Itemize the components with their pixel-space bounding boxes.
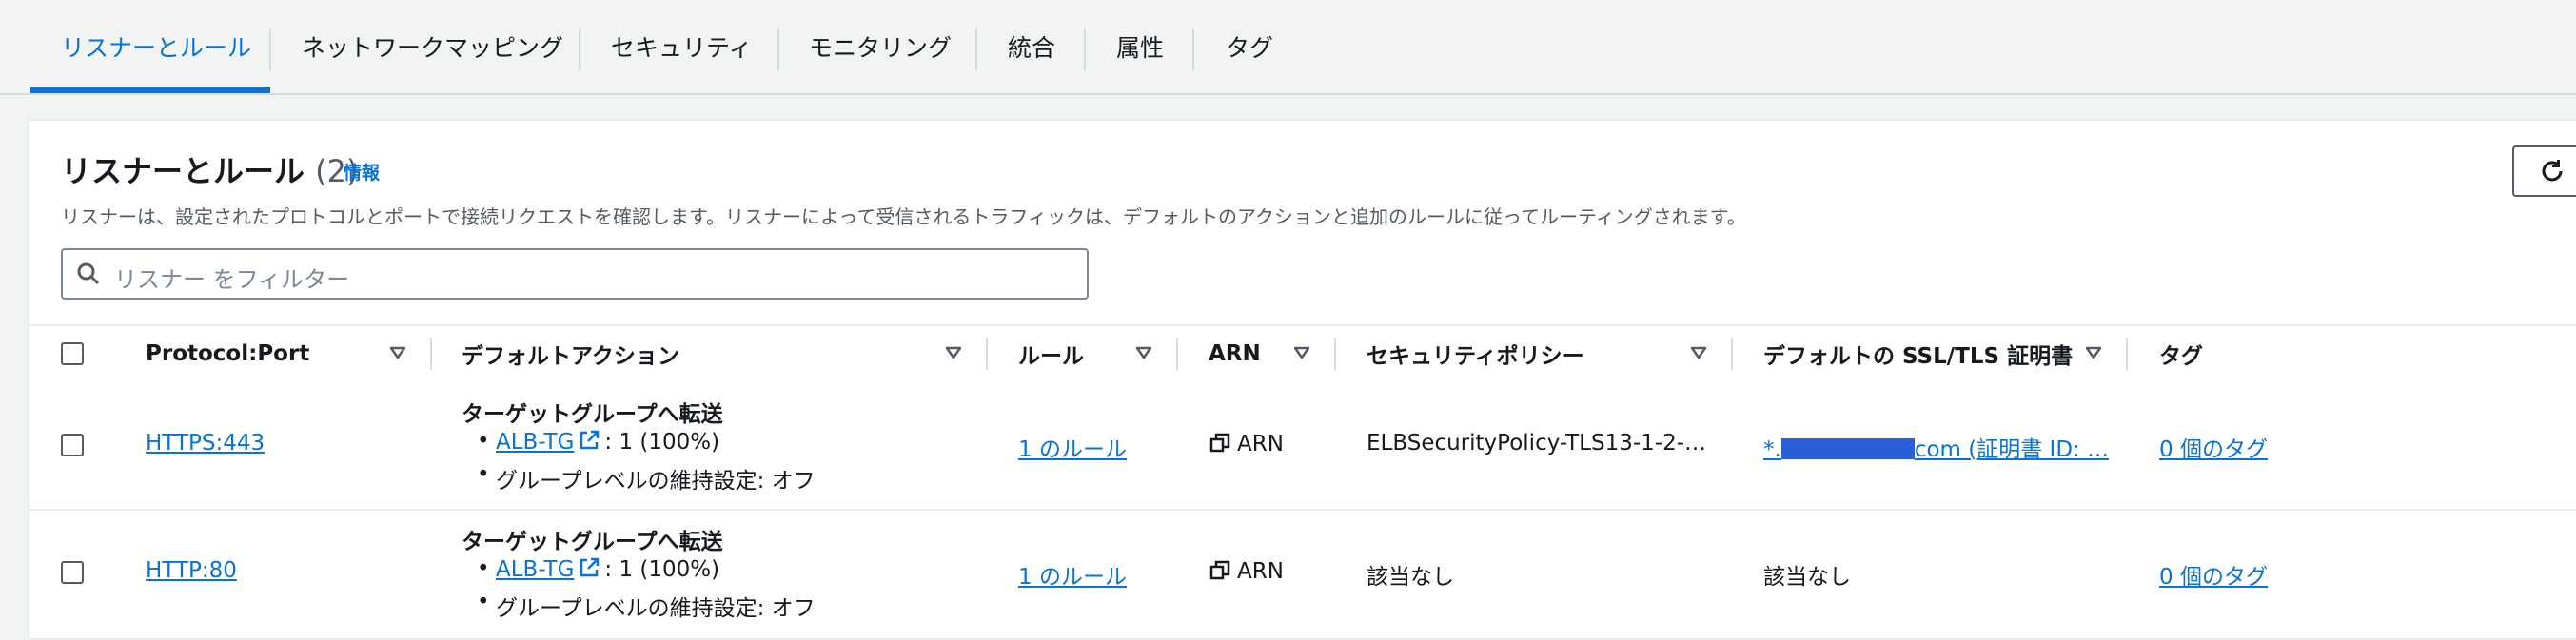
- arn-copy[interactable]: ARN: [1209, 432, 1284, 456]
- protocol-port-link[interactable]: HTTP:80: [146, 558, 237, 583]
- target-group-link[interactable]: ALB-TG: [496, 430, 574, 455]
- tab-divider: [579, 29, 580, 70]
- tags-link[interactable]: 0 個のタグ: [2159, 431, 2268, 463]
- security-policy-value: ELBSecurityPolicy-TLS13-1-2-…: [1367, 431, 1707, 456]
- panel-description: リスナーは、設定されたプロトコルとポートで接続リクエストを確認します。リスナーに…: [61, 205, 1746, 228]
- refresh-icon: [2542, 160, 2563, 182]
- column-divider: [986, 338, 988, 370]
- column-divider: [2126, 338, 2128, 370]
- sort-caret-icon[interactable]: [945, 346, 962, 359]
- listener-filter-input[interactable]: リスナー をフィルター: [61, 248, 1089, 300]
- select-all-checkbox[interactable]: [61, 342, 84, 365]
- panel-title-text: リスナーとルール: [61, 153, 305, 189]
- protocol-port-link[interactable]: HTTPS:443: [146, 431, 265, 456]
- target-weight: : 1 (100%): [604, 430, 720, 455]
- sort-caret-icon[interactable]: [1690, 346, 1707, 359]
- target-group-line: ALB-TG : 1 (100%): [477, 556, 720, 582]
- target-group-line: ALB-TG : 1 (100%): [477, 429, 720, 455]
- arn-copy[interactable]: ARN: [1209, 559, 1284, 584]
- panel-title: リスナーとルール (2): [61, 147, 358, 191]
- column-divider: [1731, 338, 1733, 370]
- sort-caret-icon[interactable]: [389, 346, 406, 359]
- table-header: Protocol:Port デフォルトアクション ルール ARN セキュリティポ…: [29, 324, 2576, 383]
- security-policy-value: 該当なし: [1367, 565, 1454, 590]
- certificate-link[interactable]: *. com (証明書 ID: …: [1763, 431, 2109, 463]
- column-divider: [1334, 338, 1336, 370]
- column-header-protocol-port[interactable]: Protocol:Port: [146, 326, 309, 381]
- table-row: HTTPS:443 ターゲットグループへ転送 ALB-TG: 1 (100%) …: [29, 381, 2576, 511]
- default-action-title: ターゲットグループへ転送: [462, 530, 723, 554]
- info-link[interactable]: 情報: [344, 159, 380, 184]
- refresh-button[interactable]: [2512, 145, 2576, 197]
- certificate-value: 該当なし: [1763, 565, 1851, 590]
- column-header-default-certificate[interactable]: デフォルトの SSL/TLS 証明書: [1763, 326, 2073, 381]
- external-link-icon[interactable]: [578, 429, 600, 452]
- tab-monitoring[interactable]: モニタリング: [809, 0, 952, 93]
- column-divider: [430, 338, 432, 370]
- row-checkbox[interactable]: [61, 434, 84, 456]
- tab-divider: [269, 29, 271, 70]
- default-action-title: ターゲットグループへ転送: [462, 402, 723, 427]
- certificate-suffix: com (証明書 ID: …: [1914, 437, 2110, 462]
- stickiness-line: グループレベルの維持設定: オフ: [477, 462, 816, 495]
- rules-link[interactable]: 1 のルール: [1018, 431, 1127, 463]
- column-header-security-policy[interactable]: セキュリティポリシー: [1367, 326, 1584, 381]
- tab-listeners-and-rules[interactable]: リスナーとルール: [61, 0, 251, 93]
- external-link-icon[interactable]: [578, 556, 600, 579]
- sort-caret-icon[interactable]: [2085, 346, 2102, 359]
- tab-divider: [777, 29, 779, 70]
- copy-icon[interactable]: [1209, 559, 1231, 582]
- table-row: HTTP:80 ターゲットグループへ転送 ALB-TG : 1 (100%) グル…: [29, 511, 2576, 640]
- column-divider: [1176, 338, 1178, 370]
- tab-integrations[interactable]: 統合: [1008, 0, 1055, 93]
- stickiness-line: グループレベルの維持設定: オフ: [477, 590, 816, 622]
- row-checkbox[interactable]: [61, 561, 84, 584]
- certificate-prefix: *.: [1763, 437, 1781, 462]
- redaction-block: [1780, 438, 1915, 459]
- search-icon: [77, 262, 100, 285]
- sort-caret-icon[interactable]: [1293, 346, 1310, 359]
- tab-divider: [1192, 29, 1194, 70]
- sort-caret-icon[interactable]: [1135, 346, 1152, 359]
- column-header-default-action[interactable]: デフォルトアクション: [462, 326, 679, 381]
- tab-network-mapping[interactable]: ネットワークマッピング: [302, 0, 563, 93]
- target-weight: : 1 (100%): [604, 557, 720, 582]
- search-placeholder: リスナー をフィルター: [114, 266, 350, 293]
- copy-icon[interactable]: [1209, 432, 1231, 455]
- tab-tags[interactable]: タグ: [1226, 0, 1273, 93]
- arn-label: ARN: [1237, 559, 1284, 584]
- target-group-link[interactable]: ALB-TG: [496, 557, 574, 582]
- column-header-rules[interactable]: ルール: [1018, 326, 1084, 381]
- tab-divider: [1084, 29, 1086, 70]
- active-tab-indicator: [30, 87, 270, 93]
- rules-link[interactable]: 1 のルール: [1018, 558, 1127, 591]
- tab-bar: リスナーとルール ネットワークマッピング セキュリティ モニタリング 統合 属性…: [0, 0, 2576, 95]
- tags-link[interactable]: 0 個のタグ: [2159, 558, 2268, 591]
- column-header-arn[interactable]: ARN: [1209, 326, 1261, 381]
- column-header-tags[interactable]: タグ: [2159, 326, 2203, 381]
- listeners-panel: リスナーとルール (2) 情報 リスナーは、設定されたプロトコルとポートで接続リ…: [28, 119, 2576, 640]
- tab-attributes[interactable]: 属性: [1116, 0, 1164, 93]
- tab-security[interactable]: セキュリティ: [611, 0, 753, 93]
- arn-label: ARN: [1237, 432, 1284, 456]
- tab-divider: [975, 29, 977, 70]
